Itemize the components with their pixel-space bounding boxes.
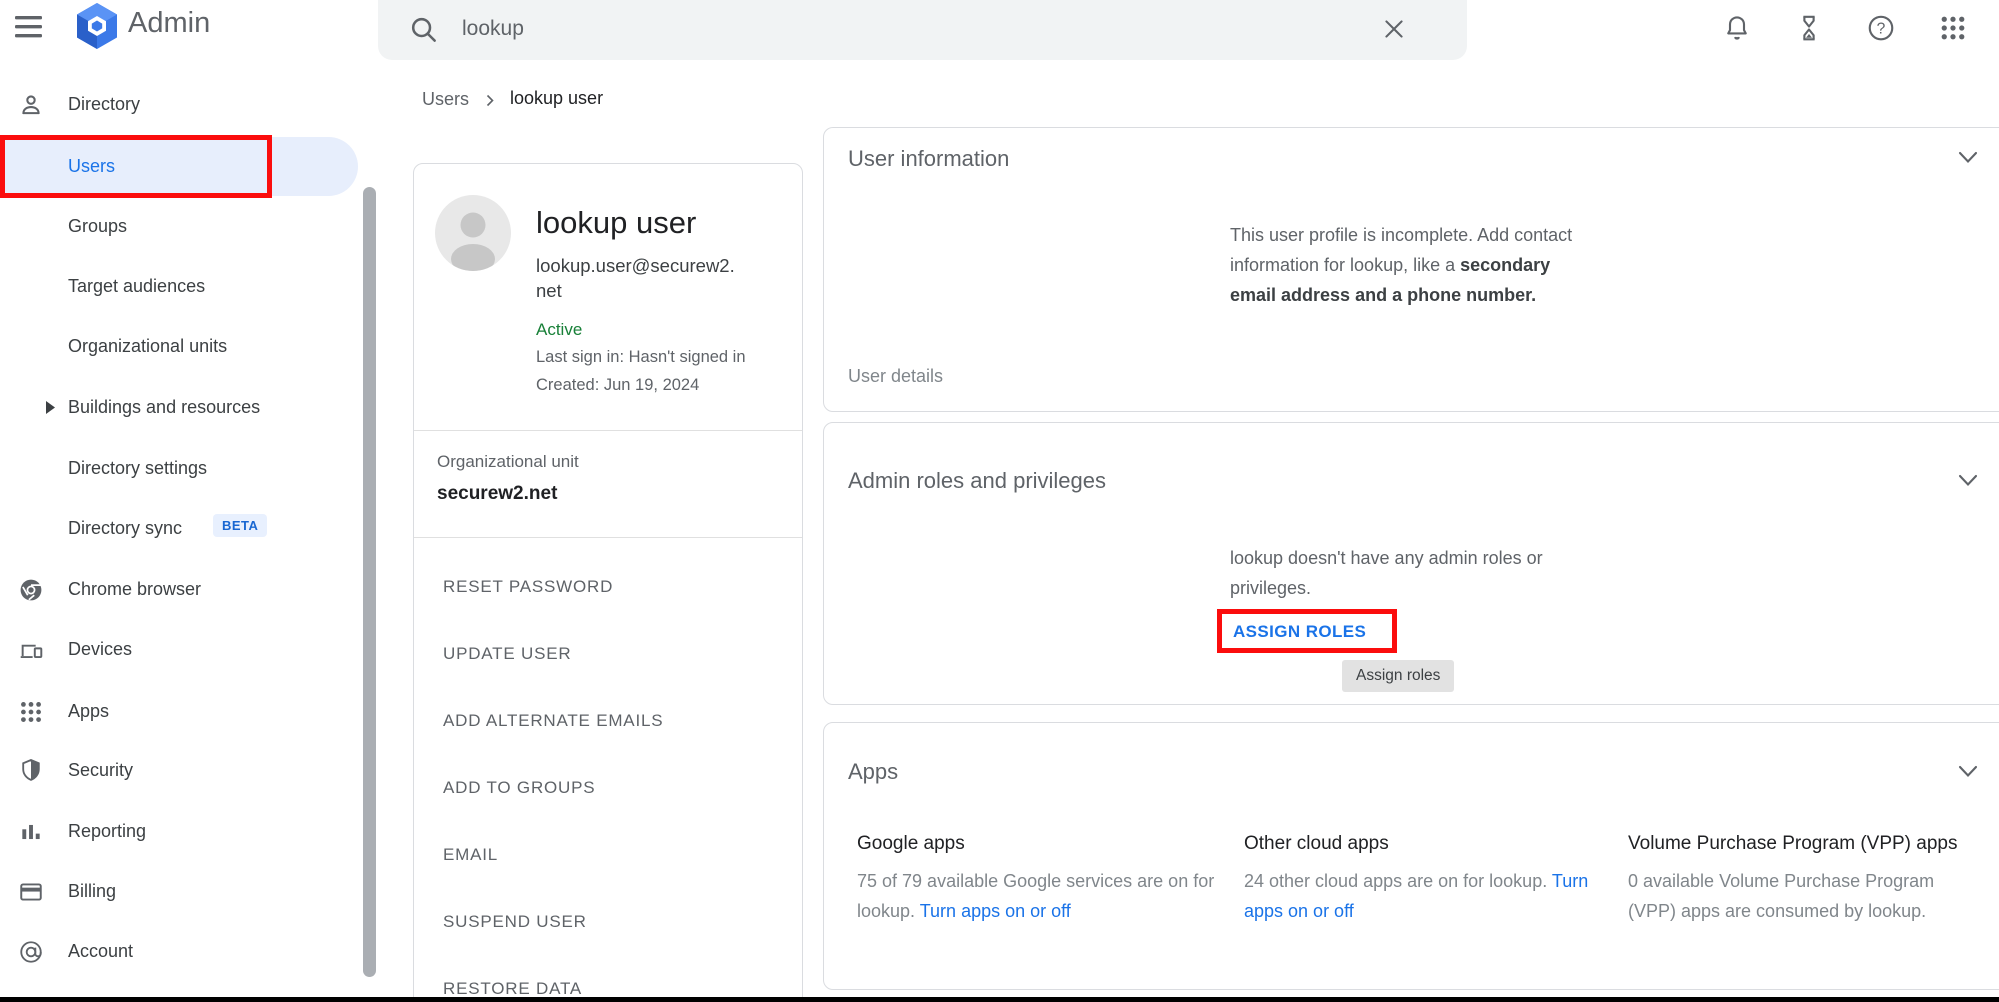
turn-apps-on-off-link[interactable]: Turn apps on or off [920, 901, 1071, 921]
sidebar-item-groups[interactable]: Groups [68, 216, 127, 237]
admin-roles-body: lookup doesn't have any admin roles or p… [1230, 543, 1585, 603]
sidebar-item-account[interactable]: Account [68, 941, 133, 962]
sidebar-item-devices[interactable]: Devices [68, 639, 132, 660]
user-information-title: User information [848, 146, 1009, 172]
chevron-down-icon[interactable] [1958, 151, 1978, 164]
chrome-icon [18, 577, 44, 603]
google-apps-heading: Google apps [857, 830, 1217, 857]
user-details-link[interactable]: User details [848, 366, 943, 387]
sidebar-scrollbar[interactable] [363, 187, 376, 977]
bottom-black-bar [0, 997, 1999, 1002]
bar-chart-icon [18, 819, 44, 845]
assign-roles-tooltip: Assign roles [1342, 660, 1454, 692]
user-name: lookup user [536, 205, 696, 241]
card-divider [414, 430, 802, 431]
org-unit-label: Organizational unit [437, 452, 579, 472]
sidebar-item-security[interactable]: Security [68, 760, 133, 781]
breadcrumb-current: lookup user [510, 88, 603, 109]
other-cloud-apps-text: 24 other cloud apps are on for lookup. [1244, 871, 1552, 891]
restore-data-button[interactable]: RESTORE DATA [443, 979, 582, 999]
sidebar-item-organizational-units[interactable]: Organizational units [68, 336, 227, 357]
sidebar-item-reporting[interactable]: Reporting [68, 821, 146, 842]
app-title: Admin [128, 7, 210, 40]
search-input[interactable]: lookup [462, 17, 524, 41]
admin-console-screen: Admin lookup ? Directory Users Groups Ta… [0, 0, 1999, 1002]
beta-badge: BETA [213, 514, 267, 537]
add-to-groups-button[interactable]: ADD TO GROUPS [443, 778, 595, 798]
chevron-down-icon[interactable] [1958, 474, 1978, 487]
devices-icon [18, 637, 44, 663]
sidebar-item-chrome-browser[interactable]: Chrome browser [68, 579, 201, 600]
suspend-user-button[interactable]: SUSPEND USER [443, 912, 587, 932]
avatar [435, 195, 511, 271]
person-icon [18, 92, 44, 118]
search-icon [408, 14, 440, 46]
sidebar-item-billing[interactable]: Billing [68, 881, 116, 902]
admin-roles-title: Admin roles and privileges [848, 468, 1106, 494]
search-bar[interactable] [378, 0, 1467, 60]
expand-triangle-icon[interactable] [46, 401, 55, 414]
clear-search-icon[interactable] [1381, 16, 1407, 42]
vpp-apps-heading: Volume Purchase Program (VPP) apps [1628, 830, 1968, 857]
apps-title: Apps [848, 759, 898, 785]
user-status-active: Active [536, 320, 582, 340]
update-user-button[interactable]: UPDATE USER [443, 644, 571, 664]
sidebar-item-users[interactable]: Users [68, 156, 115, 177]
sidebar-item-directory[interactable]: Directory [68, 94, 140, 115]
reset-password-button[interactable]: RESET PASSWORD [443, 577, 613, 597]
apps-grid-icon [18, 699, 44, 725]
org-unit-value: securew2.net [437, 483, 557, 505]
sidebar-item-apps[interactable]: Apps [68, 701, 109, 722]
add-alternate-emails-button[interactable]: ADD ALTERNATE EMAILS [443, 711, 663, 731]
google-admin-logo-icon [74, 2, 120, 50]
at-sign-icon [18, 939, 44, 965]
chevron-down-icon[interactable] [1958, 765, 1978, 778]
sidebar-item-users-highlight [0, 137, 358, 196]
chevron-right-icon [486, 94, 494, 107]
person-silhouette-icon [435, 195, 511, 271]
google-apps-column: Google apps 75 of 79 available Google se… [857, 830, 1217, 926]
notifications-bell-icon[interactable] [1722, 13, 1752, 43]
svg-text:?: ? [1877, 21, 1886, 38]
user-information-body: This user profile is incomplete. Add con… [1230, 220, 1580, 310]
card-divider [414, 537, 802, 538]
breadcrumb-users-link[interactable]: Users [422, 89, 469, 110]
sidebar-item-directory-settings[interactable]: Directory settings [68, 458, 207, 479]
google-apps-grid-icon[interactable] [1938, 13, 1968, 43]
user-last-sign-in: Last sign in: Hasn't signed in [536, 348, 746, 367]
user-email: lookup.user@securew2.net [536, 253, 738, 303]
assign-roles-button[interactable]: ASSIGN ROLES [1233, 622, 1366, 642]
help-icon[interactable]: ? [1866, 13, 1896, 43]
other-cloud-apps-column: Other cloud apps 24 other cloud apps are… [1244, 830, 1589, 926]
sidebar-item-directory-sync[interactable]: Directory sync [68, 518, 182, 539]
menu-icon[interactable] [15, 15, 42, 39]
sidebar-item-target-audiences[interactable]: Target audiences [68, 276, 205, 297]
user-created-date: Created: Jun 19, 2024 [536, 376, 699, 395]
sidebar-item-buildings-and-resources[interactable]: Buildings and resources [68, 397, 260, 418]
shield-icon [18, 757, 44, 783]
vpp-apps-column: Volume Purchase Program (VPP) apps 0 ava… [1628, 830, 1983, 926]
hourglass-icon[interactable] [1794, 13, 1824, 43]
vpp-apps-text: 0 available Volume Purchase Program (VPP… [1628, 871, 1934, 921]
credit-card-icon [18, 879, 44, 905]
email-button[interactable]: EMAIL [443, 845, 498, 865]
other-cloud-apps-heading: Other cloud apps [1244, 830, 1589, 857]
